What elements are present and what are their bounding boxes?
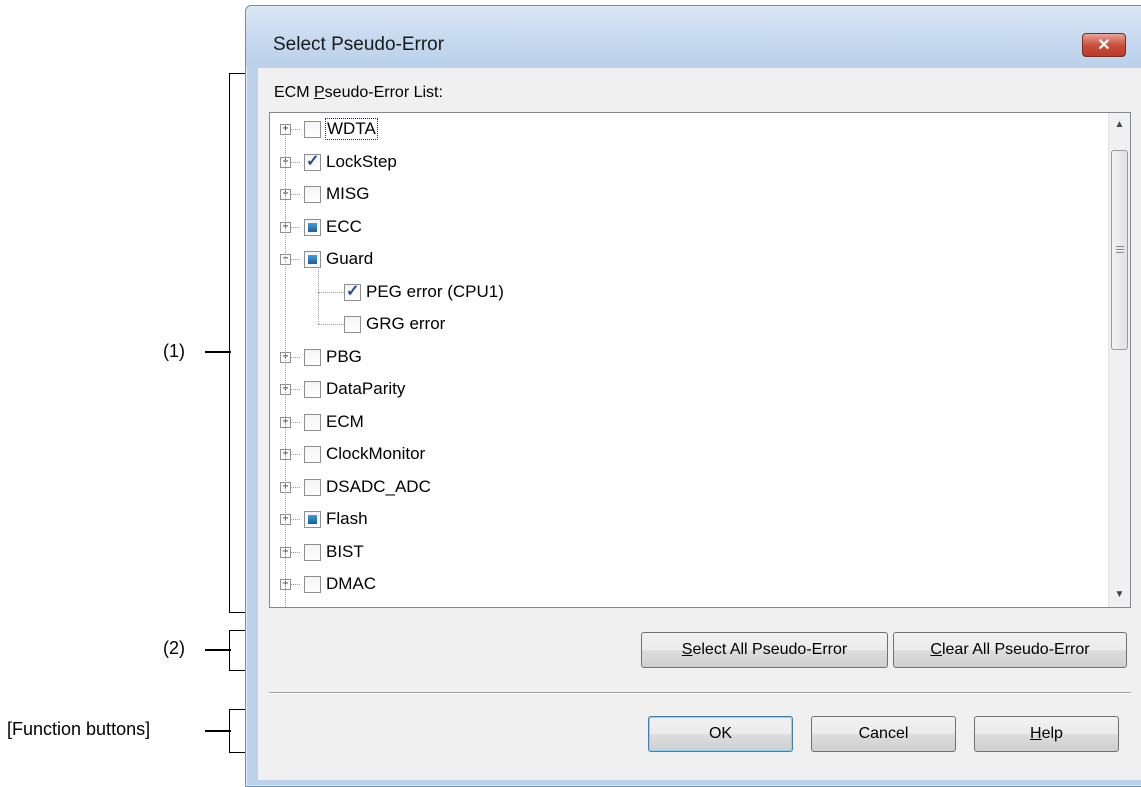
tree-checkbox[interactable]	[304, 446, 321, 463]
scroll-up-arrow-icon[interactable]: ▲	[1109, 115, 1130, 135]
tree-checkbox[interactable]	[304, 121, 321, 138]
tree-checkbox[interactable]	[304, 186, 321, 203]
tree-item[interactable]: + ClockMonitor	[270, 440, 1090, 468]
tree-item[interactable]: +OSTM	[270, 603, 1090, 608]
tree-connector	[291, 161, 300, 163]
tree-root-guide	[285, 133, 286, 607]
tree-connector	[291, 421, 300, 423]
tree-item[interactable]: + DMAC	[270, 570, 1090, 598]
pseudo-error-tree[interactable]: +WDTA +LockStep +MISG +ECC −Guard PEG error (…	[269, 112, 1131, 608]
tree-checkbox[interactable]	[304, 218, 321, 236]
tree-item[interactable]: + BIST	[270, 538, 1090, 566]
tree-item-label: Flash	[326, 509, 368, 528]
tree-connector	[291, 584, 300, 585]
gripper-line	[1116, 252, 1124, 253]
function-separator	[269, 692, 1131, 694]
tree-child-item[interactable]: GRG error	[270, 310, 1090, 338]
tree-connector	[291, 486, 300, 488]
annotation-buttons-bracket	[229, 630, 246, 671]
tree-item[interactable]: − Guard	[270, 245, 1090, 273]
dialog-client-area: ECM Pseudo-Error List: +WDTA +LockStep +MI…	[258, 68, 1141, 780]
dialog-title: Select Pseudo-Error	[273, 34, 445, 55]
scrollbar-thumb[interactable]	[1111, 150, 1128, 350]
tree-checkbox[interactable]	[304, 576, 321, 593]
clear-all-pseudo-error-button[interactable]: Clear All Pseudo-Error	[893, 632, 1127, 668]
tree-item-label: BIST	[326, 541, 364, 561]
scroll-down-arrow-icon[interactable]: ▼	[1109, 585, 1130, 605]
annotation-list-bracket	[229, 73, 246, 613]
annotation-function-buttons: [Function buttons]	[7, 719, 151, 739]
tree-item-label: OSTM	[326, 607, 375, 608]
tree-item-label: MISG	[326, 184, 370, 203]
tree-item[interactable]: + WDTA	[270, 115, 1090, 143]
tree-item-label: ECM	[326, 411, 364, 431]
tree-connector	[291, 454, 300, 455]
tree-item[interactable]: + DataParity	[270, 375, 1090, 403]
gripper-line	[1116, 249, 1124, 250]
tree-vertical-scrollbar[interactable]: ▲ ▼	[1108, 113, 1130, 607]
annotation-function-tick	[205, 730, 231, 732]
tree-connector	[291, 259, 300, 260]
cancel-button[interactable]: Cancel	[811, 716, 956, 752]
tree-child-item[interactable]: PEG error (CPU1)	[270, 278, 1090, 306]
ok-button[interactable]: OK	[648, 716, 793, 752]
tree-item[interactable]: + ECM	[270, 408, 1090, 436]
annotation-list-region: (1)	[163, 341, 185, 361]
tree-item[interactable]: + DSADC_ADC	[270, 473, 1090, 501]
tree-item[interactable]: + ECC	[270, 213, 1090, 241]
tree-item[interactable]: + MISG	[270, 180, 1090, 208]
tree-checkbox[interactable]	[304, 381, 321, 398]
tree-item-label: GRG error	[366, 314, 446, 333]
tree-item-label: ClockMonitor	[326, 444, 426, 463]
tree-checkbox[interactable]	[344, 281, 361, 301]
tree-item-label: LockStep	[326, 151, 397, 171]
tree-checkbox[interactable]	[304, 251, 321, 268]
tree-item-label: Guard	[326, 249, 374, 268]
select-all-pseudo-error-button[interactable]: Select All Pseudo-Error	[641, 632, 888, 668]
help-button[interactable]: Help	[974, 716, 1119, 752]
tree-checkbox[interactable]	[304, 151, 321, 171]
pseudo-error-list-caption: ECM Pseudo-Error List:	[274, 84, 443, 101]
tree-item-label: ECC	[326, 216, 362, 236]
tree-connector	[291, 356, 300, 358]
tree-connector	[291, 551, 300, 553]
close-button[interactable]: ✕	[1082, 33, 1126, 57]
select-pseudo-error-dialog: Select Pseudo-Error ✕ ECM Pseudo-Error L…	[245, 5, 1141, 787]
tree-checkbox[interactable]	[304, 511, 321, 528]
tree-connector	[291, 389, 300, 390]
tree-connector	[291, 519, 300, 520]
tree-item-label: PBG	[326, 346, 362, 366]
tree-child-guide	[318, 267, 319, 324]
tree-connector	[318, 324, 344, 325]
annotation-buttons-region: (2)	[163, 638, 185, 658]
gripper-icon	[1116, 246, 1124, 247]
tree-item-label: PEG error (CPU1)	[366, 281, 504, 301]
tree-connector	[291, 226, 300, 228]
tree-connector	[318, 291, 344, 293]
annotation-buttons-tick	[205, 649, 231, 651]
tree-checkbox[interactable]	[304, 543, 321, 561]
annotation-function-bracket	[229, 709, 246, 753]
tree-checkbox[interactable]	[304, 348, 321, 366]
close-icon: ✕	[1097, 37, 1111, 54]
tree-connector	[291, 194, 300, 195]
tree-connector	[291, 129, 300, 130]
tree-item-label: DSADC_ADC	[326, 476, 431, 496]
tree-item-label: WDTA	[325, 118, 378, 140]
annotation-list-tick	[205, 351, 231, 353]
tree-checkbox[interactable]	[344, 316, 361, 333]
tree-item-label: DMAC	[326, 574, 377, 593]
tree-checkbox[interactable]	[304, 478, 321, 496]
tree-item[interactable]: + PBG	[270, 343, 1090, 371]
tree-checkbox[interactable]	[304, 413, 321, 431]
tree-item[interactable]: + Flash	[270, 505, 1090, 533]
dialog-titlebar[interactable]: Select Pseudo-Error ✕	[246, 6, 1141, 66]
tree-item[interactable]: +LockStep	[270, 148, 1090, 176]
tree-item-label: DataParity	[326, 379, 406, 398]
